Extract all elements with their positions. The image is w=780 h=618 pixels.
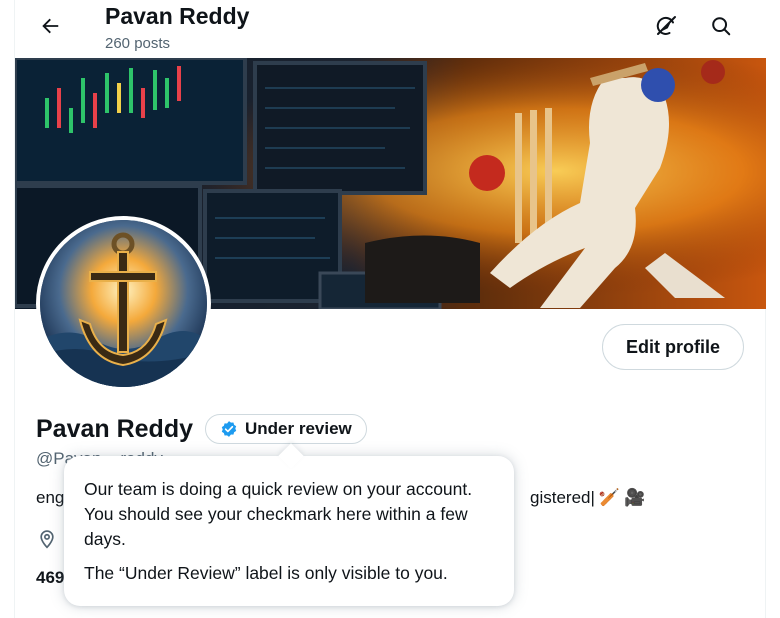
post-count: 260 posts (105, 35, 171, 52)
bio-text-end: gistered| (530, 488, 595, 507)
bio-text-start: eng (36, 488, 65, 507)
under-review-tooltip: Our team is doing a quick review on your… (64, 443, 514, 606)
search-button[interactable] (704, 9, 738, 43)
anchor-avatar-image (40, 220, 207, 387)
tooltip-message: Our team is doing a quick review on your… (84, 479, 473, 549)
edit-profile-button[interactable]: Edit profile (602, 324, 744, 370)
camera-emoji: 🎥 (624, 488, 646, 507)
search-icon (712, 17, 731, 36)
tooltip-note: The “Under Review” label is only visible… (84, 563, 448, 583)
verified-badge-icon (221, 421, 237, 437)
tooltip-arrow (278, 443, 304, 469)
following-count[interactable]: 469 (36, 568, 64, 588)
page-title: Pavan Reddy (105, 3, 250, 29)
under-review-label: Under review (245, 419, 352, 438)
grok-button[interactable] (649, 9, 683, 43)
arrow-left-icon (42, 18, 59, 34)
grok-slash-icon (656, 16, 676, 35)
under-review-badge[interactable]: Under review (205, 414, 367, 444)
profile-header: Pavan Reddy 260 posts (15, 0, 767, 58)
location-pin-icon (40, 530, 54, 549)
profile-column: Pavan Reddy 260 posts Edit profile Pavan… (14, 0, 767, 618)
profile-name: Pavan Reddy (36, 415, 194, 443)
back-button[interactable] (33, 9, 67, 43)
cricket-emoji: 🏏 (598, 488, 621, 507)
header-title-group: Pavan Reddy 260 posts (105, 2, 249, 54)
bio-text-end-group: gistered| 🏏 🎥 (530, 488, 645, 508)
profile-avatar[interactable] (36, 216, 211, 391)
